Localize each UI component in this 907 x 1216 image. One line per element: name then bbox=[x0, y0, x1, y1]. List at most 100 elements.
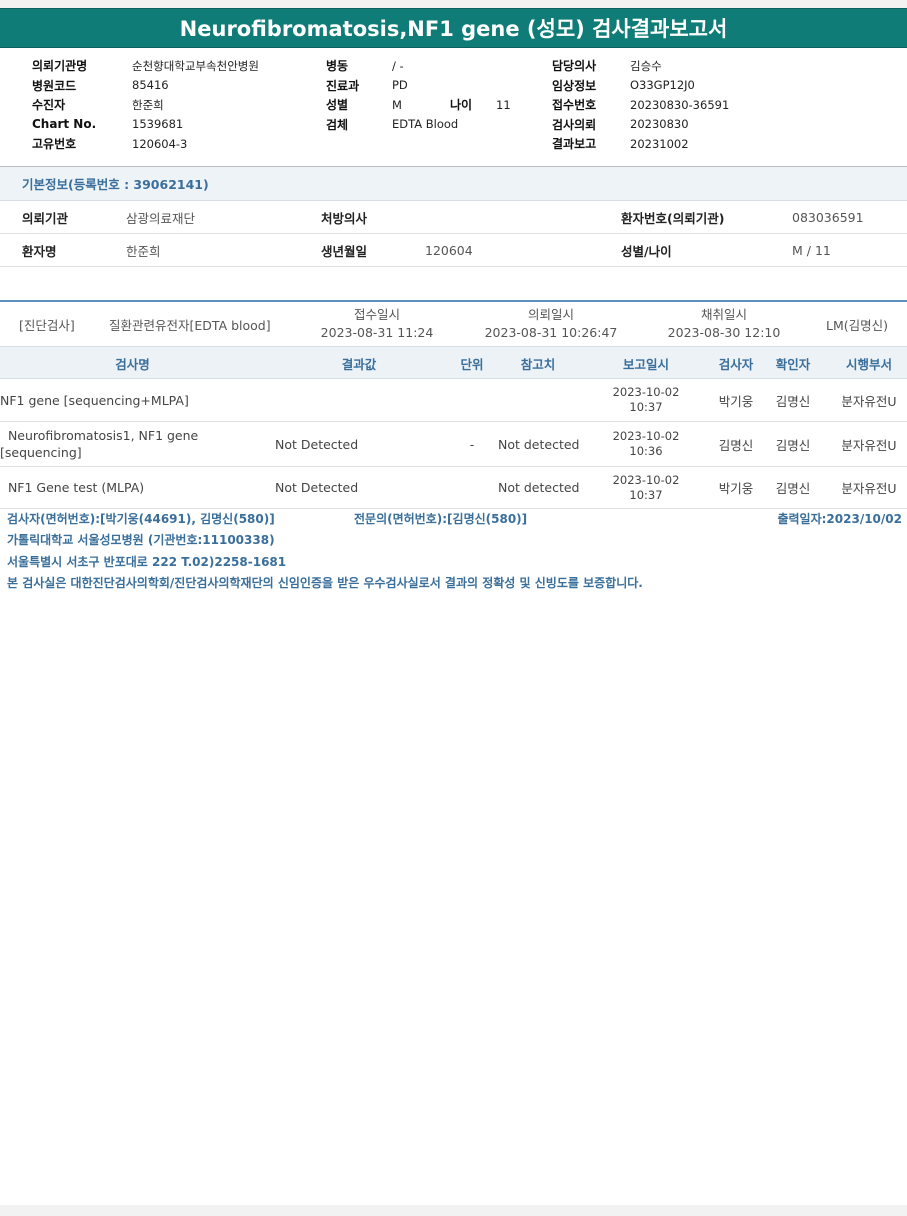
basic-info-row-1: 의뢰기관 삼광의료재단 처방의사 환자번호(의뢰기관) 083036591 bbox=[0, 201, 907, 234]
cell-test-name: NF1 gene [sequencing+MLPA] bbox=[0, 392, 189, 408]
header-label: 진료과 bbox=[326, 78, 360, 93]
col-header-dept: 시행부서 bbox=[845, 356, 892, 372]
footer-certification: 본 검사실은 대한진단검사의학회/진단검사의학재단의 신임인증을 받은 우수검사… bbox=[7, 576, 643, 590]
header-label: 접수번호 bbox=[552, 98, 597, 113]
header-label: 고유번호 bbox=[32, 137, 77, 152]
cell-report-date: 2023-10-02 10:37 bbox=[596, 467, 696, 508]
header-value: 김승수 bbox=[630, 58, 662, 73]
header-value: 20230830-36591 bbox=[630, 97, 730, 112]
collect-label: 채취일시 bbox=[700, 307, 747, 322]
header-label: Chart No. bbox=[32, 117, 97, 132]
info-label: 환자명 bbox=[22, 243, 57, 259]
order-row: [진단검사] 질환관련유전자[EDTA blood] 접수일시 2023-08-… bbox=[0, 302, 907, 346]
cell-tester: 박기웅 bbox=[718, 393, 754, 409]
info-label: 의뢰기관 bbox=[22, 210, 69, 226]
header-value: 120604-3 bbox=[132, 136, 188, 151]
report-title: Neurofibromatosis,NF1 gene (성모) 검사결과보고서 bbox=[0, 8, 907, 48]
report-date: 2023-10-02 bbox=[612, 385, 680, 399]
report-time: 10:37 bbox=[629, 487, 663, 502]
info-value: M / 11 bbox=[792, 242, 831, 258]
col-header-name: 검사명 bbox=[115, 356, 150, 372]
header-col-3: 담당의사 김승수 임상정보 O33GP12J0 접수번호 20230830-36591… bbox=[552, 56, 729, 154]
cell-dept: 분자유전U bbox=[841, 393, 897, 409]
header-col-2: 병동 / - 진료과 PD 성별 M 나이 11 검체 EDTA Blood bbox=[326, 56, 511, 134]
col-header-unit: 단위 bbox=[460, 356, 484, 372]
col-header-tester: 검사자 bbox=[718, 356, 754, 372]
collect-datetime: 채취일시 2023-08-30 12:10 bbox=[663, 306, 785, 342]
cell-tester: 김명신 bbox=[718, 437, 754, 453]
cell-test-name: Neurofibromatosis1, NF1 gene [sequencing… bbox=[0, 428, 203, 460]
header-value: / - bbox=[392, 58, 404, 73]
info-label: 처방의사 bbox=[321, 210, 368, 226]
col-header-checker: 확인자 bbox=[775, 356, 811, 372]
results-table-header: 검사명 결과값 단위 참고치 보고일시 검사자 확인자 시행부서 bbox=[0, 346, 907, 379]
request-datetime: 의뢰일시 2023-08-31 10:26:47 bbox=[478, 306, 624, 342]
col-header-date: 보고일시 bbox=[622, 356, 669, 372]
info-value: 083036591 bbox=[792, 209, 864, 225]
order-test: 질환관련유전자[EDTA blood] bbox=[109, 317, 271, 333]
basic-info-row-2: 환자명 한준희 생년월일 120604 성별/나이 M / 11 bbox=[0, 234, 907, 267]
col-header-result: 결과값 bbox=[341, 356, 377, 372]
table-row: NF1 Gene test (MLPA) Not Detected Not de… bbox=[0, 467, 907, 509]
report-time: 10:37 bbox=[629, 400, 663, 414]
header-value: 1539681 bbox=[132, 117, 184, 132]
info-value: 한준희 bbox=[126, 243, 161, 259]
report-header: 의뢰기관명 순천향대학교부속천안병원 병원코드 85416 수진자 한준희 Chart… bbox=[0, 48, 907, 167]
info-label: 성별/나이 bbox=[621, 243, 672, 259]
cell-unit bbox=[452, 379, 492, 421]
cell-report-date: 2023-10-02 10:37 bbox=[596, 379, 696, 421]
age-label: 나이 bbox=[450, 98, 473, 113]
header-label: 담당의사 bbox=[552, 59, 597, 74]
table-row: Neurofibromatosis1, NF1 gene [sequencing… bbox=[0, 422, 907, 467]
info-value: 120604 bbox=[425, 242, 473, 258]
header-label: 의뢰기관명 bbox=[32, 59, 88, 74]
collect-value: 2023-08-30 12:10 bbox=[667, 325, 781, 340]
report-date: 2023-10-02 bbox=[612, 429, 680, 443]
cell-test-name: NF1 Gene test (MLPA) bbox=[0, 480, 145, 495]
info-value: 삼광의료재단 bbox=[126, 210, 196, 226]
footer-examiner: 검사자(면허번호):[박기웅(44691), 김명신(580)] bbox=[7, 512, 275, 526]
basic-info-title: 기본정보(등록번호 : 39062141) bbox=[0, 167, 907, 201]
age-value: 11 bbox=[496, 97, 511, 112]
cell-ref: Not detected bbox=[498, 436, 580, 452]
cell-dept: 분자유전U bbox=[841, 437, 897, 453]
header-label: 검체 bbox=[326, 117, 349, 132]
cell-result: Not Detected bbox=[275, 480, 359, 495]
cell-unit: - bbox=[469, 436, 475, 452]
header-col-1: 의뢰기관명 순천향대학교부속천안병원 병원코드 85416 수진자 한준희 Chart… bbox=[32, 56, 259, 154]
footer-hospital: 가톨릭대학교 서울성모병원 (기관번호:11100338) bbox=[7, 533, 275, 547]
footer-address: 서울특별시 서초구 반포대로 222 T.02)2258-1681 bbox=[7, 555, 287, 569]
header-value: 한준희 bbox=[132, 97, 164, 112]
receipt-datetime: 접수일시 2023-08-31 11:24 bbox=[316, 306, 438, 342]
header-value: O33GP12J0 bbox=[630, 78, 695, 93]
header-label: 수진자 bbox=[32, 98, 66, 113]
header-label: 병동 bbox=[326, 59, 349, 74]
header-value: 20231002 bbox=[630, 136, 689, 151]
header-value: 85416 bbox=[132, 78, 169, 93]
request-label: 의뢰일시 bbox=[527, 307, 574, 322]
cell-result: Not Detected bbox=[275, 436, 359, 452]
bottom-strip bbox=[0, 1205, 907, 1216]
header-label: 임상정보 bbox=[552, 78, 597, 93]
cell-ref bbox=[498, 379, 590, 421]
top-strip bbox=[0, 0, 907, 8]
info-label: 생년월일 bbox=[321, 243, 368, 259]
request-value: 2023-08-31 10:26:47 bbox=[484, 325, 618, 340]
header-value: EDTA Blood bbox=[392, 117, 459, 132]
header-value: 20230830 bbox=[630, 117, 689, 132]
cell-result bbox=[275, 379, 445, 421]
cell-checker: 김명신 bbox=[775, 481, 811, 496]
cell-tester: 박기웅 bbox=[718, 481, 754, 496]
footer-print-date: 출력일자:2023/10/02 bbox=[777, 512, 902, 526]
order-lab: LM(김명신) bbox=[826, 317, 889, 333]
cell-checker: 김명신 bbox=[775, 393, 811, 409]
col-header-ref: 참고치 bbox=[520, 356, 556, 372]
cell-dept: 분자유전U bbox=[841, 481, 897, 496]
report-date: 2023-10-02 bbox=[612, 472, 680, 487]
header-value: PD bbox=[392, 78, 408, 93]
cell-report-date: 2023-10-02 10:36 bbox=[596, 422, 696, 466]
cell-checker: 김명신 bbox=[775, 437, 811, 453]
header-label: 검사의뢰 bbox=[552, 117, 597, 132]
cell-ref: Not detected bbox=[498, 480, 580, 495]
header-value: M bbox=[392, 97, 402, 112]
